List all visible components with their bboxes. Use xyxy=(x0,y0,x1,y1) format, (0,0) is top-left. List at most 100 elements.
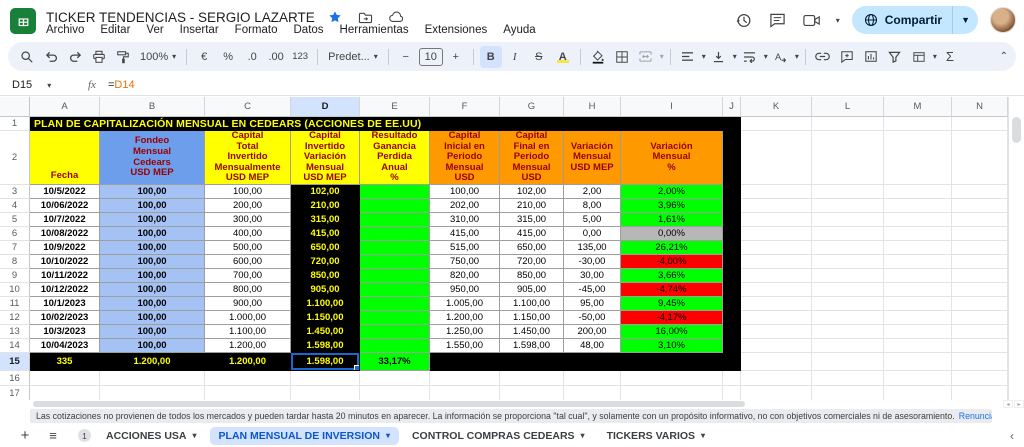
header-fondeo[interactable]: Fondeo Mensual Cedears USD MEP xyxy=(100,131,205,185)
cell-M[interactable] xyxy=(884,131,952,185)
spreadsheet-grid[interactable]: A B C D E F G H I J K L M N 1 PLAN DE CAPITALIZACIÓN ME… xyxy=(0,97,1008,400)
column-header-F[interactable]: F xyxy=(430,97,500,117)
cell-N[interactable] xyxy=(952,131,1008,185)
cell-F[interactable] xyxy=(430,386,500,400)
cell-resultado[interactable] xyxy=(360,185,430,199)
cell-M[interactable] xyxy=(884,353,952,371)
menu-editar[interactable]: Editar xyxy=(100,24,130,36)
cell-final[interactable]: 102,00 xyxy=(500,185,564,199)
video-call-icon[interactable] xyxy=(801,9,823,31)
cell-fondeo[interactable]: 100,00 xyxy=(100,297,205,311)
column-header-B[interactable]: B xyxy=(100,97,205,117)
cell-inicial[interactable]: 310,00 xyxy=(430,213,500,227)
cell-fecha[interactable]: 10/7/2022 xyxy=(30,213,100,227)
cell-fecha[interactable]: 10/12/2022 xyxy=(30,283,100,297)
cell-invertido[interactable]: 1.150,00 xyxy=(291,311,360,325)
cell-invertido[interactable]: 315,00 xyxy=(291,213,360,227)
cell-N[interactable] xyxy=(952,339,1008,353)
menu-ayuda[interactable]: Ayuda xyxy=(503,24,535,36)
cell-total[interactable]: 200,00 xyxy=(205,199,291,213)
row-header-9[interactable]: 9 xyxy=(0,269,30,283)
cell-resultado[interactable] xyxy=(360,311,430,325)
cell-var-usd[interactable]: -50,00 xyxy=(564,311,621,325)
cell-C[interactable] xyxy=(205,371,291,386)
text-wrap-caret-icon[interactable]: ▾ xyxy=(764,52,768,61)
cell-var-usd[interactable]: -45,00 xyxy=(564,283,621,297)
cell-total[interactable]: 700,00 xyxy=(205,269,291,283)
cell-resultado[interactable] xyxy=(360,325,430,339)
menu-archivo[interactable]: Archivo xyxy=(46,24,84,36)
cell-H[interactable] xyxy=(564,371,621,386)
video-call-caret-icon[interactable]: ▾ xyxy=(836,16,840,25)
cell-M[interactable] xyxy=(884,283,952,297)
cell-total-fondeo[interactable]: 1.200,00 xyxy=(100,353,205,371)
cell-N[interactable] xyxy=(952,199,1008,213)
cell-var-usd[interactable]: 8,00 xyxy=(564,199,621,213)
cell-L[interactable] xyxy=(812,386,884,400)
header-final[interactable]: Capital Final en Periodo Mensual USD xyxy=(500,131,564,185)
cell-final[interactable]: 210,00 xyxy=(500,199,564,213)
cell-inicial[interactable]: 1.250,00 xyxy=(430,325,500,339)
formula-input[interactable]: =D14 xyxy=(108,79,135,91)
format-percent-button[interactable]: % xyxy=(217,46,239,68)
cell-J[interactable] xyxy=(723,371,741,386)
menu-ver[interactable]: Ver xyxy=(146,24,163,36)
cell-inicial[interactable]: 950,00 xyxy=(430,283,500,297)
header-invertido[interactable]: Capital Invertido Variación Mensual USD … xyxy=(291,131,360,185)
cell-L[interactable] xyxy=(812,185,884,199)
insert-link-icon[interactable] xyxy=(812,46,834,68)
row-header-17[interactable]: 17 xyxy=(0,386,30,400)
cell-var-usd[interactable]: 135,00 xyxy=(564,241,621,255)
cell-var-pct[interactable]: 0,00% xyxy=(621,227,723,241)
cell-resultado[interactable] xyxy=(360,297,430,311)
cell-G[interactable] xyxy=(500,371,564,386)
cell-var-usd[interactable]: 48,00 xyxy=(564,339,621,353)
cell-fecha[interactable]: 10/5/2022 xyxy=(30,185,100,199)
bold-button[interactable]: B xyxy=(479,45,502,68)
cell-K[interactable] xyxy=(741,213,812,227)
cell-G[interactable] xyxy=(500,386,564,400)
cell-total-fecha[interactable]: 335 xyxy=(30,353,100,371)
cell-L[interactable] xyxy=(812,371,884,386)
cell-resultado[interactable] xyxy=(360,241,430,255)
sheet-tab-acciones-usa[interactable]: ACCIONES USA ▾ xyxy=(97,427,206,445)
cell-N[interactable] xyxy=(952,185,1008,199)
cell-L[interactable] xyxy=(812,213,884,227)
menu-extensiones[interactable]: Extensiones xyxy=(425,24,488,36)
cell-K[interactable] xyxy=(741,227,812,241)
text-rotation-icon[interactable]: A xyxy=(770,46,792,68)
cell-I[interactable] xyxy=(621,371,723,386)
column-header-D[interactable]: D xyxy=(291,97,360,117)
table-views-caret-icon[interactable]: ▾ xyxy=(933,52,937,61)
cell-M[interactable] xyxy=(884,199,952,213)
cell-resultado[interactable] xyxy=(360,283,430,297)
decrease-decimals-button[interactable]: .0 xyxy=(241,46,263,68)
cell-invertido[interactable]: 102,00 xyxy=(291,185,360,199)
filter-icon[interactable] xyxy=(884,46,906,68)
cell-invertido[interactable]: 850,00 xyxy=(291,269,360,283)
cell-final[interactable]: 1.450,00 xyxy=(500,325,564,339)
vertical-align-caret-icon[interactable]: ▾ xyxy=(733,52,737,61)
cell-L[interactable] xyxy=(812,325,884,339)
tabbar-collapse-icon[interactable]: ‹ xyxy=(1010,429,1014,443)
cell-N[interactable] xyxy=(952,269,1008,283)
row-header-6[interactable]: 6 xyxy=(0,227,30,241)
cell-M[interactable] xyxy=(884,386,952,400)
cell-fecha[interactable]: 10/1/2023 xyxy=(30,297,100,311)
cell-D[interactable] xyxy=(291,386,360,400)
cell-N[interactable] xyxy=(952,353,1008,371)
decrease-font-size-button[interactable]: − xyxy=(395,46,417,68)
cell-invertido[interactable]: 415,00 xyxy=(291,227,360,241)
scroll-right-icon[interactable]: ▸ xyxy=(1014,400,1024,408)
cell-N[interactable] xyxy=(952,371,1008,386)
cell-fondeo[interactable]: 100,00 xyxy=(100,227,205,241)
cell-resultado[interactable] xyxy=(360,255,430,269)
all-sheets-icon[interactable]: ≡ xyxy=(42,425,64,447)
borders-icon[interactable] xyxy=(611,46,633,68)
cell-A[interactable] xyxy=(30,371,100,386)
cell-F[interactable] xyxy=(430,371,500,386)
cell-I[interactable] xyxy=(621,386,723,400)
cell-M[interactable] xyxy=(884,117,952,131)
row-header-3[interactable]: 3 xyxy=(0,185,30,199)
row-header-8[interactable]: 8 xyxy=(0,255,30,269)
